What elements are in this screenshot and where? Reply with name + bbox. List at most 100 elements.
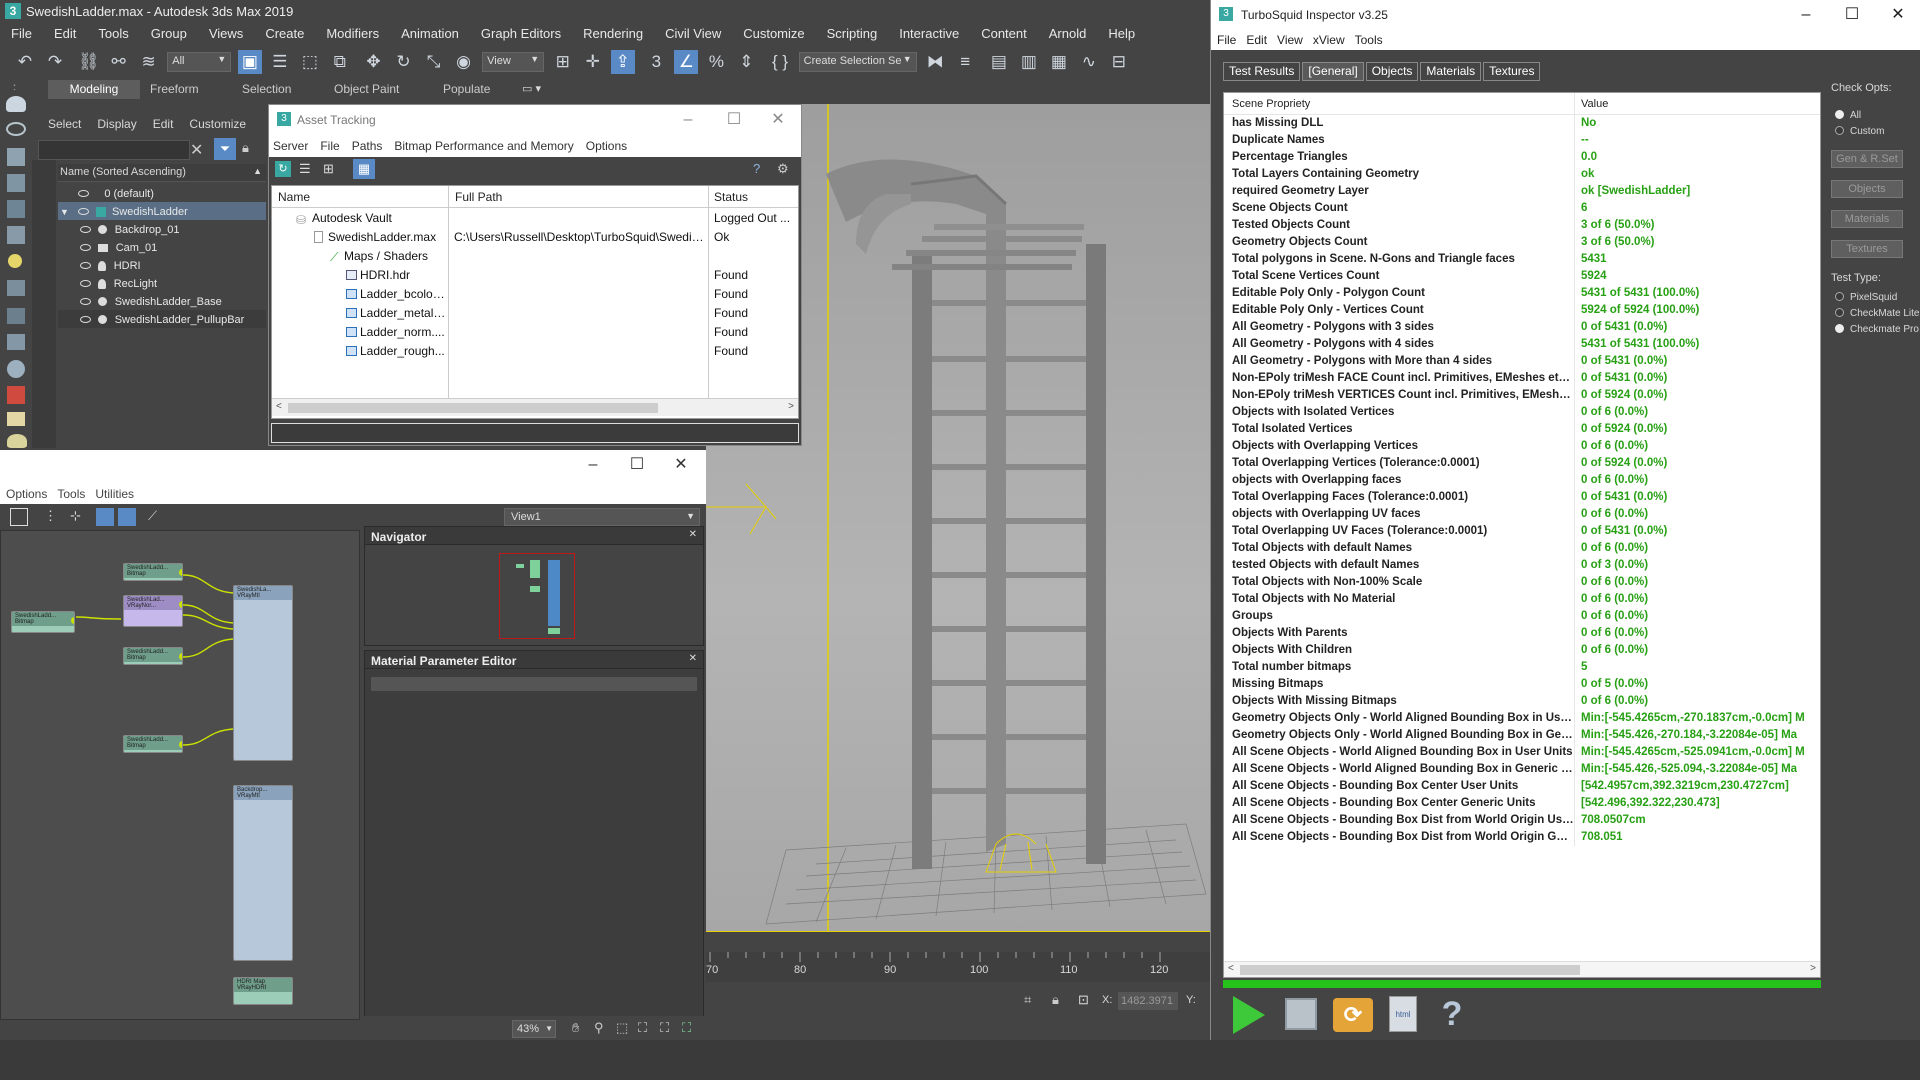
absolute-mode-icon[interactable]: ⊡: [1078, 992, 1089, 1008]
lock-icon[interactable]: 🔒︎: [242, 140, 249, 156]
output-socket[interactable]: [179, 653, 182, 660]
result-row[interactable]: Objects With Missing Bitmaps 0 of 6 (0.0%…: [1224, 693, 1820, 710]
at-menu-options[interactable]: Options: [586, 139, 627, 153]
helpers-icon[interactable]: [7, 280, 25, 296]
filter-icon[interactable]: ⏷: [214, 138, 236, 160]
unlink-icon[interactable]: ⚯: [107, 50, 131, 74]
col-name[interactable]: Name: [278, 190, 310, 204]
result-row[interactable]: Objects with Isolated Vertices 0 of 6 (0.…: [1224, 404, 1820, 421]
radio-button[interactable]: [1835, 308, 1844, 318]
minimize-button[interactable]: –: [570, 450, 616, 480]
materials-button[interactable]: Materials: [1831, 210, 1903, 228]
menu-rendering[interactable]: Rendering: [572, 22, 654, 46]
mirror-icon[interactable]: ⧓: [923, 50, 947, 74]
layer-explorer-icon[interactable]: ▥: [1017, 50, 1041, 74]
asset-row-rough[interactable]: Ladder_rough... Found: [272, 342, 798, 361]
render-frame-icon[interactable]: [7, 412, 25, 426]
radio-button[interactable]: [1835, 292, 1844, 302]
result-row[interactable]: objects with Overlapping UV faces 0 of 6 …: [1224, 506, 1820, 523]
result-row[interactable]: Total Overlapping Faces (Tolerance:0.000…: [1224, 489, 1820, 506]
result-row[interactable]: All Scene Objects - Bounding Box Center …: [1224, 795, 1820, 812]
insp-menu-view[interactable]: View: [1277, 33, 1303, 47]
select-object-icon[interactable]: ▣: [237, 50, 262, 74]
scene-row-ladder-pullupbar[interactable]: SwedishLadder_PullupBar: [58, 310, 266, 328]
tab-test-results[interactable]: Test Results: [1223, 62, 1301, 81]
result-row[interactable]: Total Objects with Non-100% Scale 0 of 6 …: [1224, 574, 1820, 591]
select-manipulate-icon[interactable]: ✛: [581, 50, 605, 74]
scene-menu-customize[interactable]: Customize: [189, 117, 246, 131]
undo-icon[interactable]: ↶: [13, 50, 37, 74]
menu-create[interactable]: Create: [254, 22, 315, 46]
tab-selection[interactable]: Selection: [242, 80, 291, 99]
at-menu-server[interactable]: Server: [273, 139, 308, 153]
visibility-eye-icon[interactable]: [80, 262, 91, 270]
select-tool-icon[interactable]: [10, 508, 28, 526]
place-icon[interactable]: ◉: [452, 50, 476, 74]
hide-unused-icon[interactable]: ⊹: [70, 508, 81, 524]
col-value[interactable]: Value: [1574, 93, 1810, 115]
ribbon-options-icon[interactable]: ▭ ▾: [522, 82, 541, 95]
menu-modifiers[interactable]: Modifiers: [315, 22, 390, 46]
snaps-toggle-icon[interactable]: 3: [644, 50, 668, 74]
visibility-eye-icon[interactable]: [80, 316, 91, 324]
vraymtl-node-ladder[interactable]: SwedishLa... VRayMtl: [233, 585, 293, 761]
help-question-icon[interactable]: ?: [1435, 994, 1469, 1034]
result-row[interactable]: All Geometry - Polygons with 4 sides 5431…: [1224, 336, 1820, 353]
menu-graph-editors[interactable]: Graph Editors: [470, 22, 572, 46]
hierarchy-panel-icon[interactable]: [7, 148, 25, 166]
result-row[interactable]: Tested Objects Count 3 of 6 (50.0%): [1224, 217, 1820, 234]
result-row[interactable]: Missing Bitmaps 0 of 5 (0.0%): [1224, 676, 1820, 693]
node-graph-view[interactable]: SwedishLadd... Bitmap SwedishLadd... Bit…: [0, 530, 360, 1020]
pan-to-selected-icon[interactable]: ⛶: [682, 1020, 691, 1036]
visibility-eye-icon[interactable]: [80, 244, 91, 252]
asset-row-hdri[interactable]: HDRI.hdr Found: [272, 266, 798, 285]
result-row[interactable]: All Scene Objects - World Aligned Boundi…: [1224, 744, 1820, 761]
scroll-left-icon[interactable]: <: [276, 401, 282, 412]
result-row[interactable]: All Scene Objects - Bounding Box Center …: [1224, 778, 1820, 795]
result-row[interactable]: Total Isolated Vertices 0 of 5924 (0.0%): [1224, 421, 1820, 438]
result-row[interactable]: Total polygons in Scene. N-Gons and Tria…: [1224, 251, 1820, 268]
scene-explorer-icon[interactable]: ▤: [987, 50, 1011, 74]
result-row[interactable]: Duplicate Names --: [1224, 132, 1820, 149]
scrollbar-thumb[interactable]: [288, 403, 658, 413]
named-selection-dropdown[interactable]: Create Selection Se ▼: [798, 52, 917, 72]
window-crossing-icon[interactable]: ⧉: [328, 50, 352, 74]
test-type-checkmate-pro[interactable]: Checkmate Pro: [1835, 320, 1919, 335]
menu-content[interactable]: Content: [970, 22, 1038, 46]
grid-view-icon[interactable]: ▦: [353, 159, 375, 179]
scroll-left-icon[interactable]: <: [1228, 963, 1234, 974]
navigator-view[interactable]: [365, 545, 703, 645]
bitmap-node[interactable]: SwedishLadd... Bitmap: [11, 611, 75, 633]
menu-edit[interactable]: Edit: [43, 22, 87, 46]
menu-interactive[interactable]: Interactive: [888, 22, 970, 46]
scrollbar-thumb[interactable]: [1240, 965, 1580, 975]
asset-row-metal[interactable]: Ladder_metal.... Found: [272, 304, 798, 323]
isolate-icon[interactable]: ⌗: [1024, 992, 1031, 1008]
scene-row-ladder-base[interactable]: SwedishLadder_Base: [58, 292, 266, 310]
zoom-magnifier-icon[interactable]: ⚲: [594, 1020, 604, 1036]
move-icon[interactable]: ✥: [362, 50, 386, 74]
tab-objects[interactable]: Objects: [1365, 62, 1419, 81]
pan-hand-icon[interactable]: ✋︎: [572, 1020, 579, 1036]
layout-icon[interactable]: ⋮: [44, 508, 57, 524]
result-row[interactable]: All Geometry - Polygons with 3 sides 0 of…: [1224, 319, 1820, 336]
result-row[interactable]: Non-EPoly triMesh FACE Count incl. Primi…: [1224, 370, 1820, 387]
vraymtl-node-backdrop[interactable]: Backdrop... VRayMtl: [233, 785, 293, 961]
textures-button[interactable]: Textures: [1831, 240, 1903, 258]
zoom-region-icon[interactable]: ⬚: [616, 1020, 628, 1036]
table-view-icon[interactable]: ⊞: [323, 161, 334, 177]
help-icon[interactable]: ?: [753, 161, 760, 176]
maximize-button[interactable]: ☐: [1829, 0, 1875, 30]
align-icon[interactable]: ≡: [953, 50, 977, 74]
light-bulb-icon[interactable]: [8, 254, 22, 268]
visibility-eye-icon[interactable]: [80, 280, 91, 288]
tab-populate[interactable]: Populate: [443, 80, 490, 99]
zoom-extents-selected-icon[interactable]: ⛶: [660, 1020, 669, 1036]
result-row[interactable]: Total Objects with default Names 0 of 6 (…: [1224, 540, 1820, 557]
motion-panel-icon[interactable]: [7, 174, 25, 192]
at-menu-paths[interactable]: Paths: [352, 139, 383, 153]
render-setup-icon[interactable]: [7, 386, 25, 404]
output-socket[interactable]: [71, 617, 74, 624]
check-opt-custom[interactable]: Custom: [1835, 122, 1884, 137]
bitmap-node[interactable]: SwedishLadd... Bitmap: [123, 647, 183, 665]
